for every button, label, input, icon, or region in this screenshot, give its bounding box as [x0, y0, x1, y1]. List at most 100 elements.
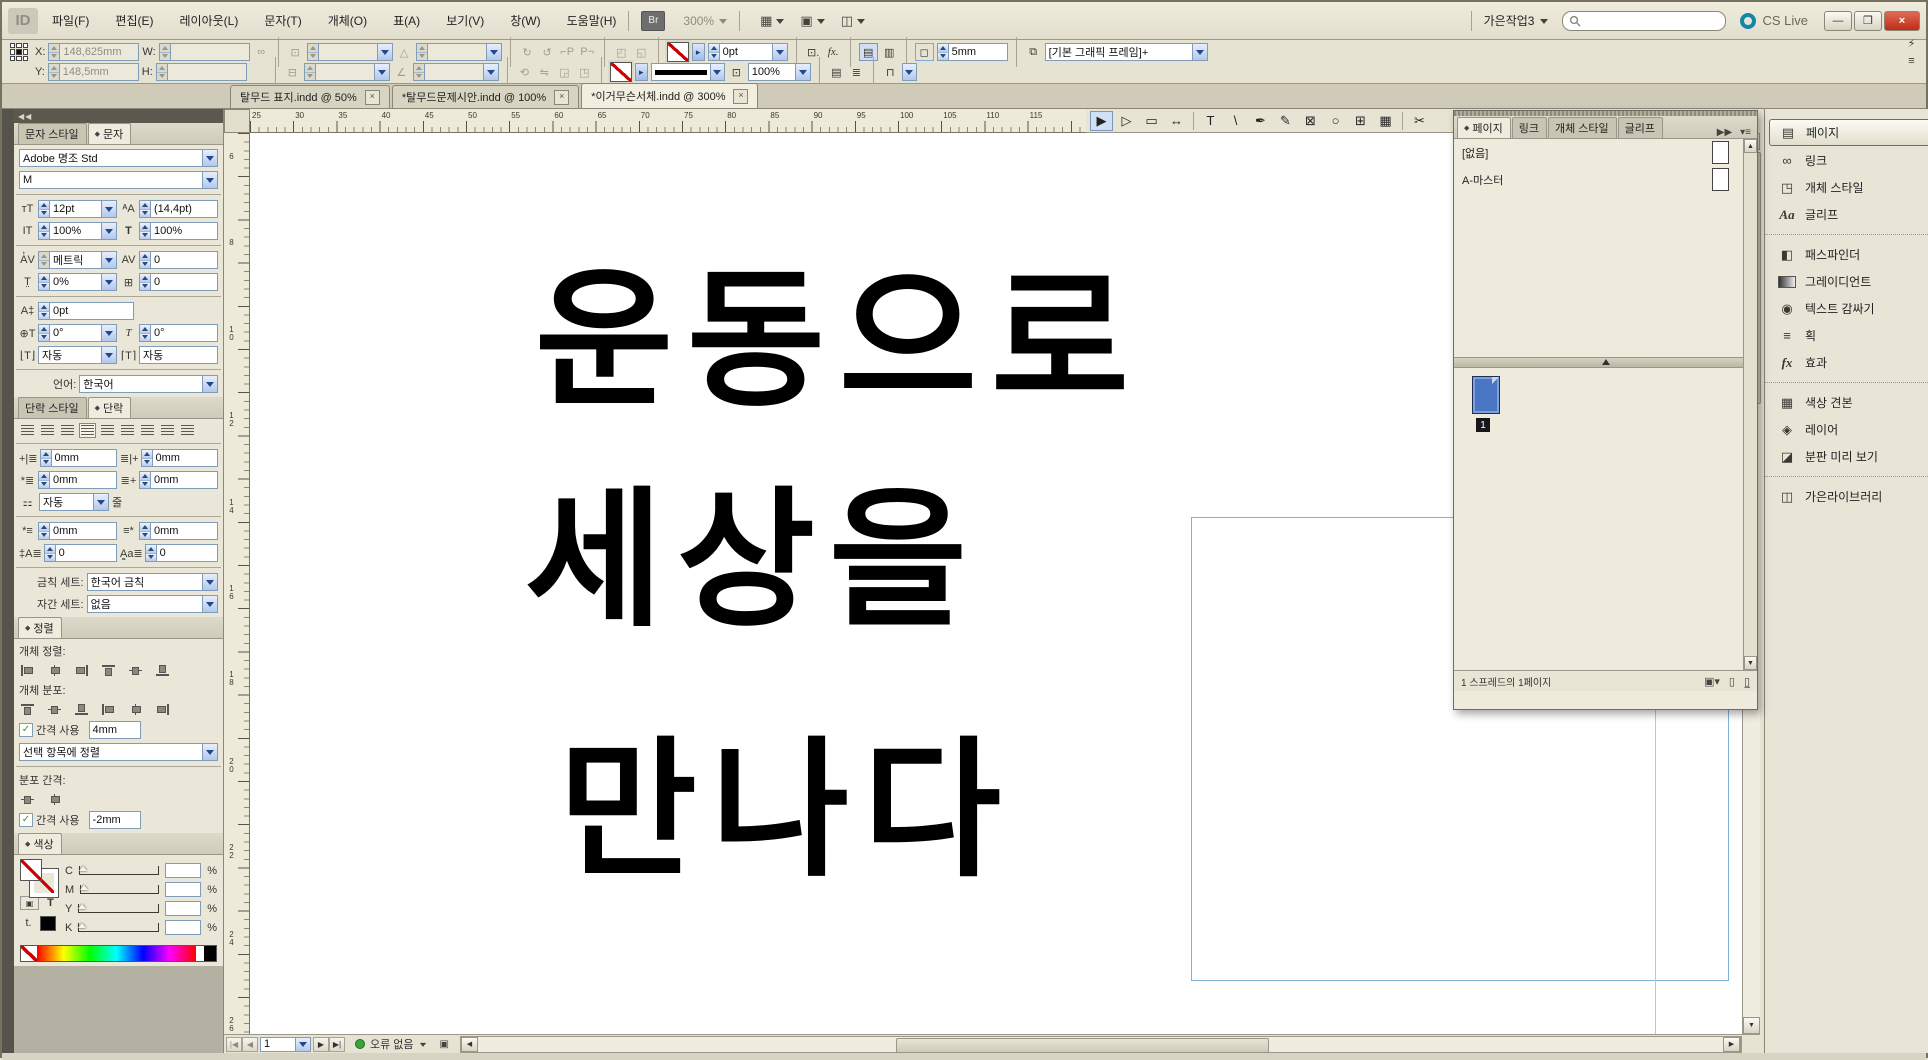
collapse-right-icon[interactable]: ▶▶	[1717, 127, 1732, 138]
horizontal-scale-field[interactable]: 100%	[139, 222, 218, 240]
dropdown-arrow-icon[interactable]	[102, 251, 117, 269]
zoom-level-dropdown[interactable]: 300%	[683, 14, 727, 28]
stroke-weight-field[interactable]: 0pt	[708, 43, 788, 61]
h-field[interactable]	[156, 63, 247, 81]
font-family-combo[interactable]: Adobe 명조 Std	[19, 149, 218, 167]
cell-options-tool[interactable]: ▦	[1374, 111, 1397, 131]
drop-cap-chars-field[interactable]: 0	[145, 544, 218, 562]
master-row[interactable]: A-마스터	[1454, 166, 1757, 193]
edit-spread-icon[interactable]: ▣▾	[1704, 675, 1720, 688]
fitting-options-icon[interactable]: ⊓	[882, 64, 899, 80]
master-row[interactable]: [없음]	[1454, 139, 1757, 166]
scroll-down-icon[interactable]: ▼	[1743, 1017, 1760, 1034]
object-style-icon[interactable]: ⧉	[1025, 44, 1042, 60]
grid-mode-combo[interactable]: 자동	[39, 493, 109, 511]
font-style-combo[interactable]: M	[19, 171, 218, 189]
indent-right-field[interactable]: 0mm	[141, 449, 219, 467]
align-left-button[interactable]	[19, 423, 36, 438]
distribute-hcenter-button[interactable]	[127, 702, 144, 717]
gap-tool[interactable]: ↔	[1165, 111, 1188, 131]
dropdown-arrow-icon[interactable]	[102, 324, 117, 342]
ruler-origin-corner[interactable]	[224, 109, 250, 133]
spinner[interactable]	[937, 43, 948, 61]
line-tool[interactable]: \	[1224, 111, 1247, 131]
horizontal-scroll-thumb[interactable]	[896, 1038, 1269, 1053]
next-page-button[interactable]: ▶	[313, 1037, 329, 1052]
none-swatch[interactable]	[21, 946, 37, 961]
y-field[interactable]: 148,5mm	[48, 63, 139, 81]
k-value-field[interactable]	[165, 920, 201, 935]
m-value-field[interactable]	[165, 882, 201, 897]
scroll-right-icon[interactable]: ▶	[1723, 1037, 1740, 1052]
effects-icon[interactable]: fx.	[825, 44, 842, 60]
align-away-spine-button[interactable]	[179, 423, 196, 438]
spinner[interactable]	[307, 43, 318, 61]
panel-menu-icon[interactable]: ▾≡	[1740, 127, 1751, 138]
close-tab-icon[interactable]: ×	[733, 89, 748, 104]
baseline-shift-field[interactable]: 0pt	[38, 302, 134, 320]
menu-type[interactable]: 문자(T)	[264, 12, 301, 29]
align-left-button[interactable]	[19, 663, 36, 678]
spinner[interactable]	[416, 43, 427, 61]
dropdown-arrow-icon[interactable]	[94, 493, 109, 511]
scroll-left-icon[interactable]: ◀	[461, 1037, 478, 1052]
flip-vertical-icon[interactable]: P¬	[579, 44, 596, 60]
preflight-status[interactable]: 오류 없음	[355, 1036, 427, 1052]
workspace-switcher[interactable]: 가은작업3	[1484, 12, 1549, 29]
justify-all-button[interactable]	[139, 423, 156, 438]
flip-both-icon[interactable]: ⟲	[516, 64, 533, 80]
arrange-documents-dropdown[interactable]: ◫	[841, 13, 865, 29]
clear-transform-icon[interactable]: ⇋	[536, 64, 553, 80]
dock-item-effects[interactable]: fx효과	[1769, 350, 1928, 375]
masters-pages-splitter[interactable]	[1454, 357, 1757, 368]
align-top-button[interactable]	[100, 663, 117, 678]
opacity-field[interactable]: 100%	[748, 63, 811, 81]
doc-tab-1[interactable]: 탈무드 표지.indd @ 50%×	[230, 85, 390, 108]
black-swatch[interactable]	[40, 916, 56, 931]
horizontal-scrollbar[interactable]: ◀ ▶	[460, 1036, 1741, 1053]
dock-item-stroke[interactable]: ≡획	[1769, 323, 1928, 348]
doc-tab-2[interactable]: *탈무드문제시안.indd @ 100%×	[392, 85, 579, 108]
pencil-tool[interactable]: ✎	[1274, 111, 1297, 131]
mojikumi-combo[interactable]: 없음	[87, 595, 218, 613]
wrap-options-icon[interactable]: ≣	[848, 64, 865, 80]
select-previous-icon[interactable]: ◲	[556, 64, 573, 80]
close-button[interactable]: ×	[1884, 11, 1920, 31]
constrain-proportions-icon[interactable]: ∞	[253, 44, 270, 60]
stroke-style-dropdown[interactable]	[651, 63, 725, 81]
dock-item-separations-preview[interactable]: ◪분판 미리 보기	[1769, 444, 1928, 469]
gap-field[interactable]: 5mm	[937, 43, 1008, 61]
skew-field[interactable]: 0°	[139, 324, 218, 342]
indent-last-field[interactable]: 0mm	[139, 471, 218, 489]
pages-panel-tab-페이지[interactable]: ◆페이지	[1457, 117, 1511, 138]
align-to-combo[interactable]: 선택 항목에 정렬	[19, 743, 218, 761]
dock-item-links[interactable]: ∞링크	[1769, 148, 1928, 173]
dropdown-arrow-icon[interactable]	[711, 63, 725, 81]
page-number-badge[interactable]: 1	[1476, 418, 1490, 432]
rotate-ccw-icon[interactable]: ↺	[539, 44, 556, 60]
vertical-ruler[interactable]: 68101214161820222426	[224, 133, 250, 1034]
tracking-field[interactable]: 0	[139, 251, 218, 269]
restore-button[interactable]: ❐	[1854, 11, 1882, 31]
reference-point-proxy[interactable]	[10, 43, 28, 61]
frame-fitting-icon[interactable]: ◻	[915, 43, 934, 61]
cs-live-button[interactable]: CS Live	[1740, 13, 1808, 29]
white-swatch[interactable]	[196, 946, 204, 961]
collapse-panels-bar[interactable]: ◀◀	[14, 109, 223, 123]
quick-apply-icon[interactable]: ⚡	[1903, 35, 1920, 51]
grid-count-field[interactable]: 0	[139, 273, 218, 291]
proportion-field[interactable]: 0%	[38, 273, 117, 291]
space-before-field[interactable]: 0mm	[38, 522, 117, 540]
distribute-vspace-button[interactable]	[19, 792, 36, 807]
pages-panel-scrollbar[interactable]: ▲ ▼	[1743, 139, 1757, 670]
dock-item-glyphs[interactable]: Aa글리프	[1769, 202, 1928, 227]
dropdown-arrow-icon[interactable]	[1193, 43, 1208, 61]
table-tool[interactable]: ⊞	[1349, 111, 1372, 131]
dock-item-text-wrap[interactable]: ◉텍스트 감싸기	[1769, 296, 1928, 321]
dropdown-arrow-icon[interactable]	[487, 43, 502, 61]
distribute-top-button[interactable]	[19, 702, 36, 717]
tab-paragraph-styles[interactable]: 단락 스타일	[18, 397, 87, 418]
menu-object[interactable]: 개체(O)	[328, 12, 367, 29]
select-container-icon[interactable]: ◰	[613, 44, 630, 60]
align-right-button[interactable]	[59, 423, 76, 438]
